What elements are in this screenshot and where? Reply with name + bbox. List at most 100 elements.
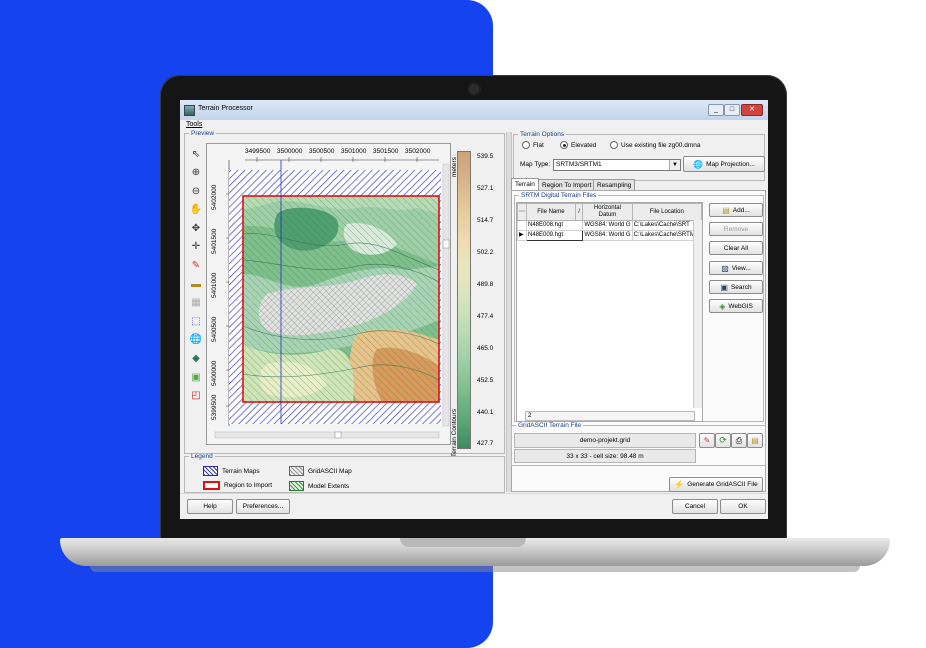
colorbar-title: Terrain Contours bbox=[451, 408, 458, 457]
preview-grid-button[interactable]: ⎙ bbox=[731, 433, 747, 448]
legend-model-extents: Model Extents bbox=[289, 481, 349, 491]
view-icon: ▨ bbox=[721, 263, 729, 273]
map-type-value: SRTM3/SRTM1 bbox=[556, 161, 602, 168]
x-tick-label: 3500000 bbox=[277, 148, 303, 155]
preview-toolbar: ⇖ ⊕ ⊖ ✋ ✥ ✛ ✎ ▬ ▦ ⬚ 🌐 ◆ ▣ ◰ bbox=[189, 147, 205, 407]
col-file-name[interactable]: File Name bbox=[526, 203, 576, 221]
zoom-out-tool[interactable]: ⊖ bbox=[189, 184, 203, 198]
preview-legend: Preview bbox=[191, 130, 215, 137]
ruler-icon: ▬ bbox=[191, 278, 201, 290]
maximize-button[interactable]: □ bbox=[724, 104, 740, 116]
y-tick-label: 5402000 bbox=[211, 184, 218, 210]
select-region-icon: ⬚ bbox=[191, 315, 201, 327]
col-file-location[interactable]: File Location bbox=[631, 203, 703, 221]
ruler-tool[interactable]: ▬ bbox=[189, 277, 203, 291]
colorbar-tick: 477.4 bbox=[477, 313, 494, 320]
legend-region-to-import: Region to Import bbox=[203, 481, 272, 490]
table-scrollbar[interactable] bbox=[693, 220, 702, 408]
measure-tool[interactable]: ✎ bbox=[189, 259, 203, 273]
map-type-label: Map Type: bbox=[520, 161, 551, 168]
colorbar-tick: 489.8 bbox=[477, 281, 494, 288]
zoom-region-tool[interactable]: ✛ bbox=[189, 240, 203, 254]
clear-all-button[interactable]: Clear All bbox=[709, 241, 763, 255]
pointer-tool[interactable]: ⇖ bbox=[189, 147, 203, 161]
terrain-icon: ◆ bbox=[192, 353, 200, 365]
map-projection-button[interactable]: 🌐 Map Projection... bbox=[683, 156, 765, 172]
cancel-button[interactable]: Cancel bbox=[672, 499, 718, 514]
document-search-icon: ⎙ bbox=[735, 435, 743, 445]
view-button[interactable]: ▨ View... bbox=[709, 261, 763, 275]
srtm-table: ⋯ File Name / Horizontal Datum File Loca… bbox=[517, 203, 703, 241]
arrow-pointer-icon: ⇖ bbox=[191, 148, 201, 160]
laptop-base-notch bbox=[400, 538, 526, 547]
y-tick-label: 5400000 bbox=[211, 360, 218, 386]
col-horizontal-datum[interactable]: Horizontal Datum bbox=[582, 203, 633, 221]
table-row[interactable]: ▶ N48E009.hgt WGS84: World G C:\Lakes\Ca… bbox=[517, 230, 703, 241]
button-label: WebGIS bbox=[728, 302, 753, 310]
hand-icon: ✋ bbox=[189, 204, 203, 216]
legend-group: Legend Terrain Maps GridASCII Map Region… bbox=[184, 453, 505, 493]
colorbar-tick: 452.5 bbox=[477, 377, 494, 384]
app-window: Terrain Processor _ □ ✕ Tools Preview ⇖ … bbox=[180, 100, 768, 519]
model-extents-swatch bbox=[289, 481, 304, 491]
x-tick-label: 3501500 bbox=[373, 148, 399, 155]
help-button[interactable]: Help bbox=[187, 499, 233, 514]
zoom-extents-tool[interactable]: ✥ bbox=[189, 221, 203, 235]
file-name-cell[interactable]: N48E009.hgt bbox=[525, 230, 584, 241]
button-label: Remove bbox=[723, 225, 749, 233]
colorbar-tick: 440.1 bbox=[477, 409, 494, 416]
webgis-button[interactable]: ◈ WebGIS bbox=[709, 299, 763, 313]
folder-icon: ▤ bbox=[722, 205, 730, 215]
legend-terrain-maps: Terrain Maps bbox=[203, 466, 260, 476]
table-row[interactable]: N48E008.hgt WGS84: World G C:\Lakes\Cach… bbox=[517, 220, 703, 231]
preferences-button[interactable]: Preferences... bbox=[236, 499, 290, 514]
zoom-in-tool[interactable]: ⊕ bbox=[189, 166, 203, 180]
terrain-layer-tool[interactable]: ◆ bbox=[189, 352, 203, 366]
minimize-button[interactable]: _ bbox=[708, 104, 724, 116]
ok-button[interactable]: OK bbox=[720, 499, 766, 514]
refresh-grid-button[interactable]: ⟳ bbox=[715, 433, 731, 448]
srtm-file-table: ⋯ File Name / Horizontal Datum File Loca… bbox=[516, 202, 703, 422]
map-type-select[interactable]: SRTM3/SRTM1 ▼ bbox=[553, 159, 681, 171]
globe-tool[interactable]: 🌐 bbox=[189, 333, 203, 347]
datum-cell: WGS84: World G bbox=[582, 220, 633, 231]
open-grid-button[interactable]: ▤ bbox=[747, 433, 763, 448]
button-label: Help bbox=[203, 503, 217, 510]
image-tool[interactable]: ▣ bbox=[189, 370, 203, 384]
radio-dot bbox=[610, 141, 618, 149]
pan-tool[interactable]: ✋ bbox=[189, 203, 203, 217]
legend-label: GridASCII Map bbox=[308, 467, 352, 475]
radio-elevated[interactable]: Elevated bbox=[560, 141, 596, 149]
sort-indicator[interactable]: / bbox=[574, 203, 584, 221]
button-label: View... bbox=[731, 264, 751, 272]
y-tick-label: 5401500 bbox=[211, 228, 218, 254]
add-button[interactable]: ▤ Add... bbox=[709, 203, 763, 217]
button-label: Search bbox=[730, 283, 752, 291]
gridascii-filename: demo-projekt.grid bbox=[514, 433, 696, 448]
button-label: Map Projection... bbox=[706, 160, 755, 168]
radio-flat[interactable]: Flat bbox=[522, 141, 544, 149]
window-title: Terrain Processor bbox=[198, 105, 253, 112]
radio-label: Use existing file zg00.dmna bbox=[621, 141, 701, 149]
generate-gridascii-button[interactable]: ⚡ Generate GridASCII File bbox=[669, 477, 763, 492]
search-button[interactable]: ▣ Search bbox=[709, 280, 763, 294]
terrain-colorbar bbox=[457, 151, 471, 449]
row-marker-current: ▶ bbox=[517, 230, 527, 241]
globe-icon: 🌐 bbox=[693, 159, 704, 169]
layers-tool[interactable]: ▦ bbox=[189, 296, 203, 310]
select-region-tool[interactable]: ⬚ bbox=[189, 314, 203, 328]
laptop-base-shadow bbox=[90, 566, 860, 572]
region-tool[interactable]: ◰ bbox=[189, 389, 203, 403]
move-icon: ✛ bbox=[191, 241, 201, 253]
edit-grid-button[interactable]: ✎ bbox=[699, 433, 715, 448]
menu-tools[interactable]: Tools bbox=[186, 121, 202, 128]
radio-use-existing[interactable]: Use existing file zg00.dmna bbox=[610, 141, 701, 149]
terrain-map[interactable]: 3499500 3500000 3500500 3501000 3501500 … bbox=[206, 143, 451, 445]
y-tick-label: 5401000 bbox=[211, 272, 218, 298]
layers-icon: ▦ bbox=[191, 297, 201, 309]
x-tick-label: 3500500 bbox=[309, 148, 335, 155]
srtm-group: SRTM Digital Terrain Files ⋯ File Name /… bbox=[514, 192, 764, 422]
crosshair-icon: ✥ bbox=[191, 222, 201, 234]
close-button[interactable]: ✕ bbox=[741, 104, 763, 116]
remove-button[interactable]: Remove bbox=[709, 222, 763, 236]
